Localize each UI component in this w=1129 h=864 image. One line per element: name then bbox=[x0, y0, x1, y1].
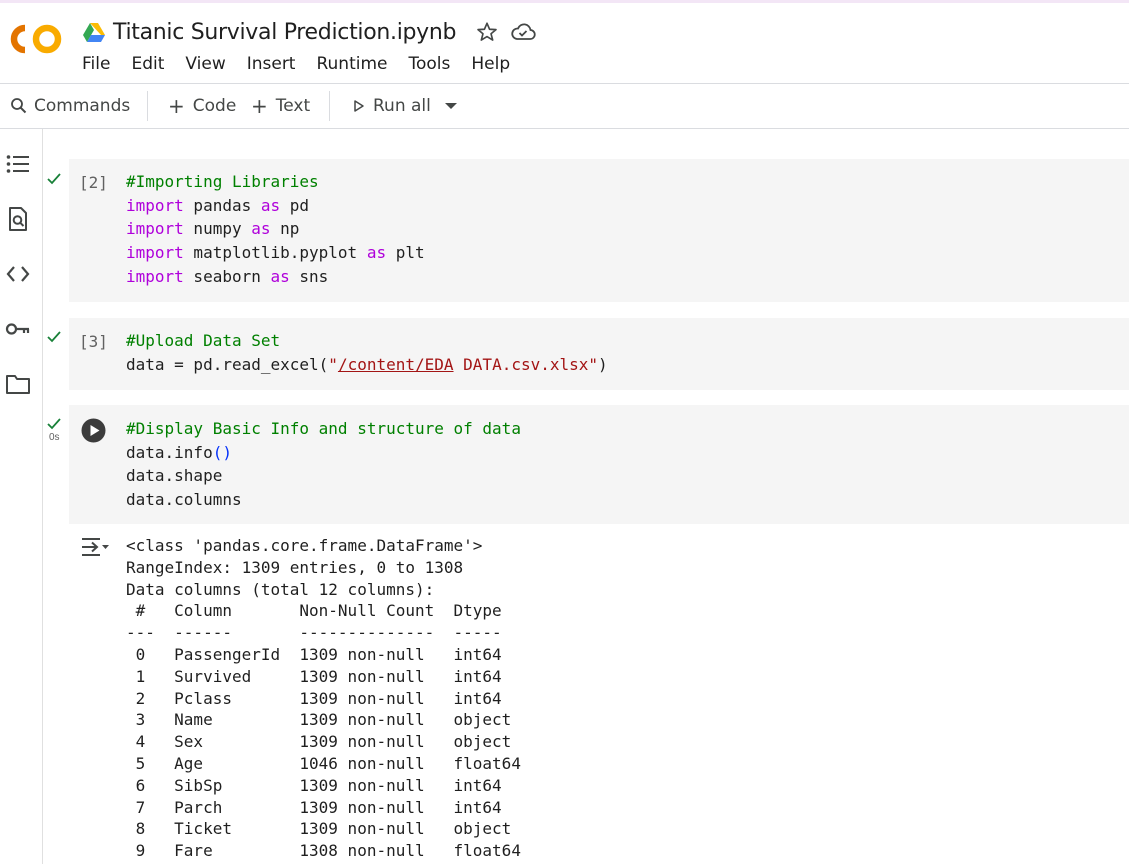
left-sidebar bbox=[0, 129, 43, 864]
output-line: 6 SibSp 1309 non-null int64 bbox=[126, 775, 512, 795]
commands-label: Commands bbox=[34, 96, 131, 116]
execution-count: [2] bbox=[79, 173, 108, 192]
output-line: 8 Ticket 1309 non-null object bbox=[126, 819, 512, 839]
cloud-saved-icon[interactable] bbox=[510, 21, 536, 43]
executed-check-icon bbox=[47, 418, 61, 430]
code-editor[interactable]: #Display Basic Info and structure of dat… bbox=[126, 417, 521, 512]
title-row: Titanic Survival Prediction.ipynb bbox=[83, 18, 536, 46]
plus-icon: + bbox=[168, 93, 185, 118]
toolbar-separator bbox=[329, 91, 330, 121]
output-line: # Column Non-Null Count Dtype bbox=[126, 601, 512, 621]
plus-icon: + bbox=[251, 93, 268, 118]
output-line: 0 PassengerId 1309 non-null int64 bbox=[126, 644, 512, 664]
output-line: --- ------ -------------- ----- bbox=[126, 623, 512, 643]
star-icon[interactable] bbox=[476, 21, 498, 43]
output-line: 1 Survived 1309 non-null int64 bbox=[126, 666, 512, 686]
output-line: 5 Age 1046 non-null float64 bbox=[126, 753, 521, 773]
executed-check-icon bbox=[47, 331, 61, 343]
table-of-contents-icon[interactable] bbox=[5, 151, 31, 177]
menu-tools[interactable]: Tools bbox=[409, 54, 451, 74]
output-line: 3 Name 1309 non-null object bbox=[126, 710, 512, 730]
commands-button[interactable]: Commands bbox=[10, 96, 130, 116]
cell-output: <class 'pandas.core.frame.DataFrame'> Ra… bbox=[126, 535, 521, 862]
output-actions-icon[interactable] bbox=[80, 536, 110, 558]
menu-edit[interactable]: Edit bbox=[131, 54, 164, 74]
executed-check-icon bbox=[47, 173, 61, 185]
code-line: data.columns bbox=[126, 490, 242, 510]
toolbar-divider bbox=[0, 128, 1129, 129]
output-line: <class 'pandas.core.frame.DataFrame'> bbox=[126, 536, 483, 555]
add-text-button[interactable]: + Text bbox=[251, 93, 311, 118]
add-code-label: Code bbox=[192, 96, 237, 116]
code-editor[interactable]: #Importing Libraries import pandas as pd… bbox=[126, 170, 425, 289]
run-all-dropdown-icon[interactable] bbox=[444, 101, 458, 111]
menu-bar: File Edit View Insert Runtime Tools Help bbox=[82, 54, 531, 74]
notebook-title[interactable]: Titanic Survival Prediction.ipynb bbox=[113, 20, 457, 45]
toolbar: Commands + Code + Text Run all bbox=[0, 84, 1129, 128]
top-accent-line bbox=[0, 0, 1129, 3]
files-folder-icon[interactable] bbox=[5, 371, 31, 397]
menu-help[interactable]: Help bbox=[471, 54, 510, 74]
search-icon bbox=[11, 98, 27, 114]
output-line: Data columns (total 12 columns): bbox=[126, 579, 435, 599]
code-comment: #Importing Libraries bbox=[126, 172, 319, 191]
execution-time: 0s bbox=[49, 432, 60, 443]
menu-file[interactable]: File bbox=[82, 54, 110, 74]
google-drive-icon[interactable] bbox=[83, 22, 105, 42]
toolbar-separator bbox=[147, 91, 148, 121]
output-line: 2 Pclass 1309 non-null int64 bbox=[126, 688, 512, 708]
output-line: 9 Fare 1308 non-null float64 bbox=[126, 841, 521, 861]
play-outline-icon bbox=[354, 100, 364, 112]
secrets-key-icon[interactable] bbox=[5, 316, 31, 342]
output-line: 4 Sex 1309 non-null object bbox=[126, 732, 512, 752]
menu-runtime[interactable]: Runtime bbox=[316, 54, 387, 74]
output-line: 7 Parch 1309 non-null int64 bbox=[126, 797, 512, 817]
menu-view[interactable]: View bbox=[185, 54, 225, 74]
execution-count: [3] bbox=[79, 332, 108, 351]
code-comment: #Upload Data Set bbox=[126, 331, 281, 350]
add-text-label: Text bbox=[275, 96, 311, 116]
find-and-replace-icon[interactable] bbox=[5, 206, 31, 232]
code-snippets-icon[interactable] bbox=[5, 261, 31, 287]
code-editor[interactable]: #Upload Data Set data = pd.read_excel("/… bbox=[126, 329, 608, 376]
output-line: RangeIndex: 1309 entries, 0 to 1308 bbox=[126, 557, 464, 577]
colab-logo[interactable] bbox=[9, 22, 63, 56]
code-line: data.shape bbox=[126, 466, 223, 486]
menu-insert[interactable]: Insert bbox=[247, 54, 296, 74]
add-code-button[interactable]: + Code bbox=[168, 93, 237, 118]
run-cell-play-icon[interactable] bbox=[81, 418, 106, 443]
run-all-label: Run all bbox=[373, 96, 431, 116]
run-all-button[interactable]: Run all bbox=[352, 96, 431, 116]
code-comment: #Display Basic Info and structure of dat… bbox=[126, 419, 521, 438]
